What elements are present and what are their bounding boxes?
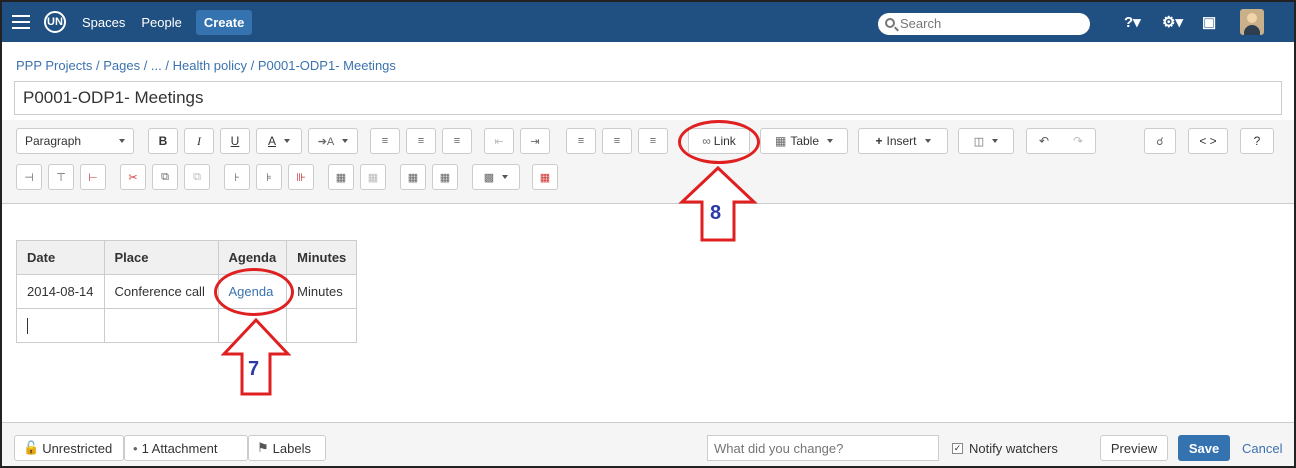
notify-watchers[interactable]: ✓ Notify watchers bbox=[952, 441, 1058, 456]
row-insert-after-icon[interactable]: ⊤ bbox=[48, 164, 74, 190]
cell-place[interactable]: Conference call bbox=[103, 274, 219, 309]
heading-column-icon[interactable]: ▦ bbox=[432, 164, 458, 190]
task-list-icon[interactable]: ≡ bbox=[442, 128, 472, 154]
editor-toolbar: Paragraph B I U A ➔A ≡ ≡ ≡ ⇤ ⇥ ≡ ≡ ≡ ∞ Li… bbox=[2, 120, 1294, 204]
meetings-table: Date Place Agenda Minutes 2014-08-14 Con… bbox=[16, 240, 358, 343]
nav-spaces[interactable]: Spaces bbox=[82, 15, 125, 30]
create-button[interactable]: Create bbox=[195, 9, 253, 35]
cancel-button[interactable]: Cancel bbox=[1242, 441, 1282, 456]
editor-window: UN Spaces People Create Search ?▾ ⚙▾ ▣ P… bbox=[0, 0, 1296, 468]
paragraph-format-select[interactable]: Paragraph bbox=[16, 128, 134, 154]
table-header-row: Date Place Agenda Minutes bbox=[16, 240, 358, 275]
insert-button[interactable]: + Insert bbox=[858, 128, 948, 154]
table-row bbox=[16, 308, 358, 343]
plus-icon: + bbox=[875, 134, 883, 148]
annotation-number-8: 8 bbox=[710, 202, 722, 224]
site-logo[interactable]: UN bbox=[44, 11, 66, 33]
find-replace-icon[interactable]: ☌ bbox=[1144, 128, 1176, 154]
bold-button[interactable]: B bbox=[148, 128, 178, 154]
cell-empty-date[interactable] bbox=[16, 308, 105, 343]
table-icon: ▦ bbox=[774, 134, 787, 148]
column-insert-before-icon[interactable]: ⊦ bbox=[224, 164, 250, 190]
header-date[interactable]: Date bbox=[16, 240, 105, 275]
annotation-oval-agenda bbox=[214, 268, 294, 316]
paperclip-icon: • bbox=[133, 440, 138, 456]
align-left-icon[interactable]: ≡ bbox=[566, 128, 596, 154]
undo-redo-group: ↶ ↷ bbox=[1026, 128, 1096, 154]
notify-checkbox[interactable]: ✓ bbox=[952, 443, 963, 454]
preview-button[interactable]: Preview bbox=[1100, 435, 1168, 461]
tag-icon: ⚑ bbox=[257, 440, 269, 455]
header-minutes[interactable]: Minutes bbox=[286, 240, 358, 275]
header-place[interactable]: Place bbox=[103, 240, 219, 275]
undo-icon[interactable]: ↶ bbox=[1039, 134, 1049, 148]
heading-row-icon[interactable]: ▦ bbox=[400, 164, 426, 190]
help-button[interactable]: ? bbox=[1240, 128, 1274, 154]
menu-icon[interactable] bbox=[12, 15, 30, 29]
numbered-list-icon[interactable]: ≡ bbox=[406, 128, 436, 154]
merge-cells-icon[interactable]: ▦ bbox=[328, 164, 354, 190]
editor-footer: 🔓Unrestricted •1 Attachment ⚑Labels ✓ No… bbox=[2, 422, 1294, 466]
bullet-list-icon[interactable]: ≡ bbox=[370, 128, 400, 154]
cell-date[interactable]: 2014-08-14 bbox=[16, 274, 105, 309]
search-icon bbox=[885, 18, 895, 28]
annotation-number-7: 7 bbox=[248, 358, 260, 380]
page-layout-button[interactable]: ◫ bbox=[958, 128, 1014, 154]
nav-people[interactable]: People bbox=[141, 15, 181, 30]
column-delete-icon[interactable]: ⊪ bbox=[288, 164, 314, 190]
table-row: 2014-08-14 Conference call Agenda Minute… bbox=[16, 274, 358, 309]
indent-icon[interactable]: ⇥ bbox=[520, 128, 550, 154]
align-center-icon[interactable]: ≡ bbox=[602, 128, 632, 154]
text-cursor bbox=[27, 317, 28, 334]
outdent-icon[interactable]: ⇤ bbox=[484, 128, 514, 154]
row-delete-icon[interactable]: ⊢ bbox=[80, 164, 106, 190]
cell-empty-place[interactable] bbox=[103, 308, 219, 343]
help-icon[interactable]: ?▾ bbox=[1124, 13, 1141, 31]
split-cells-icon[interactable]: ▦ bbox=[360, 164, 386, 190]
page-title-input[interactable]: P0001-ODP1- Meetings bbox=[14, 81, 1282, 115]
search-placeholder: Search bbox=[900, 16, 942, 31]
restrictions-button[interactable]: 🔓 Unrestricted bbox=[14, 435, 124, 461]
annotation-oval-link bbox=[678, 120, 760, 164]
cut-row-icon[interactable]: ✂ bbox=[120, 164, 146, 190]
cell-minutes[interactable]: Minutes bbox=[286, 274, 358, 309]
cell-color-button[interactable]: ▩ bbox=[472, 164, 520, 190]
notifications-icon[interactable]: ▣ bbox=[1202, 13, 1216, 31]
table-button[interactable]: ▦ Table bbox=[760, 128, 848, 154]
italic-button[interactable]: I bbox=[184, 128, 214, 154]
labels-button[interactable]: ⚑ Labels bbox=[248, 435, 326, 461]
text-color-button[interactable]: A bbox=[256, 128, 302, 154]
underline-button[interactable]: U bbox=[220, 128, 250, 154]
row-insert-before-icon[interactable]: ⊣ bbox=[16, 164, 42, 190]
attachments-button[interactable]: • 1 Attachment bbox=[124, 435, 248, 461]
breadcrumb-item-health-policy[interactable]: Health policy bbox=[173, 58, 247, 73]
breadcrumb-item-ellipsis[interactable]: ... bbox=[151, 58, 162, 73]
breadcrumb-item-current[interactable]: P0001-ODP1- Meetings bbox=[258, 58, 396, 73]
source-editor-button[interactable]: < > bbox=[1188, 128, 1228, 154]
copy-row-icon[interactable]: ⧉ bbox=[152, 164, 178, 190]
breadcrumb-item-pages[interactable]: Pages bbox=[103, 58, 140, 73]
editor-content[interactable]: Date Place Agenda Minutes 2014-08-14 Con… bbox=[16, 240, 358, 343]
breadcrumb: PPP Projects / Pages / ... / Health poli… bbox=[16, 58, 396, 73]
breadcrumb-item-ppp-projects[interactable]: PPP Projects bbox=[16, 58, 92, 73]
paste-row-icon[interactable]: ⧉ bbox=[184, 164, 210, 190]
redo-icon[interactable]: ↷ bbox=[1073, 134, 1083, 148]
more-formatting-button[interactable]: ➔A bbox=[308, 128, 358, 154]
gear-icon[interactable]: ⚙▾ bbox=[1162, 13, 1183, 31]
change-comment-input[interactable] bbox=[707, 435, 939, 461]
delete-table-icon[interactable]: ▦ bbox=[532, 164, 558, 190]
column-insert-after-icon[interactable]: ⊧ bbox=[256, 164, 282, 190]
avatar[interactable] bbox=[1240, 9, 1264, 35]
lock-icon: 🔓 bbox=[23, 440, 40, 455]
top-navigation: UN Spaces People Create bbox=[2, 2, 1294, 42]
align-right-icon[interactable]: ≡ bbox=[638, 128, 668, 154]
save-button[interactable]: Save bbox=[1178, 435, 1230, 461]
cell-empty-minutes[interactable] bbox=[286, 308, 358, 343]
search-input[interactable]: Search bbox=[878, 13, 1090, 35]
